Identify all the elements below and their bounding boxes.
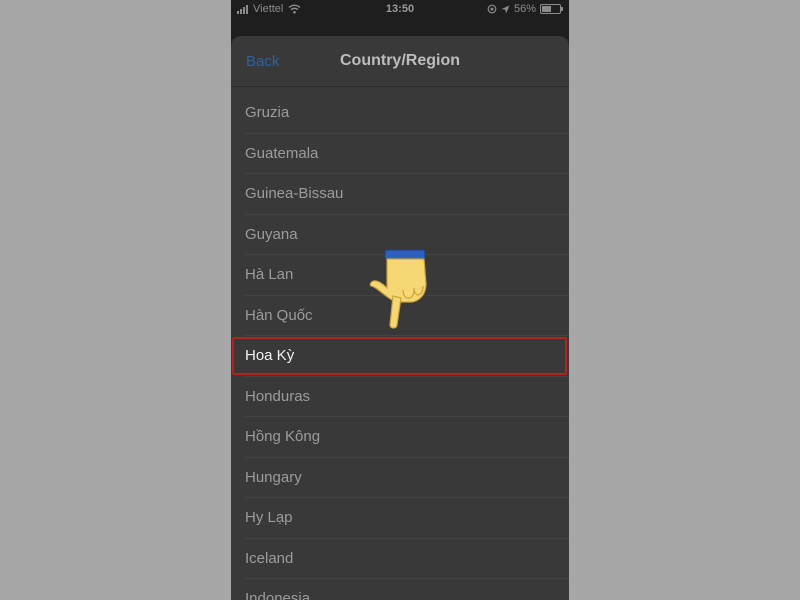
country-item[interactable]: Iceland	[231, 539, 569, 580]
status-right: 56%	[487, 3, 563, 15]
selection-highlight-box	[232, 337, 567, 375]
nav-bar: Back Country/Region	[231, 36, 569, 87]
battery-icon	[540, 4, 563, 14]
battery-fill	[542, 6, 551, 12]
country-item[interactable]: Guinea-Bissau	[231, 174, 569, 215]
location-icon	[501, 5, 510, 13]
pointing-hand-icon	[369, 249, 427, 329]
country-item[interactable]: Hungary	[231, 458, 569, 499]
orientation-lock-icon	[487, 4, 497, 14]
battery-cap	[561, 7, 563, 11]
country-item[interactable]: Hy Lạp	[231, 498, 569, 539]
country-item[interactable]: Guatemala	[231, 134, 569, 175]
battery-percent: 56%	[513, 3, 536, 15]
status-bar: Viettel 13:50 56%	[231, 0, 569, 20]
country-item[interactable]: Honduras	[231, 377, 569, 418]
country-item[interactable]: Indonesia	[231, 579, 569, 600]
country-item[interactable]: Hồng Kông	[231, 417, 569, 458]
page-title: Country/Region	[340, 52, 460, 69]
country-item[interactable]: Gruzia	[231, 93, 569, 134]
